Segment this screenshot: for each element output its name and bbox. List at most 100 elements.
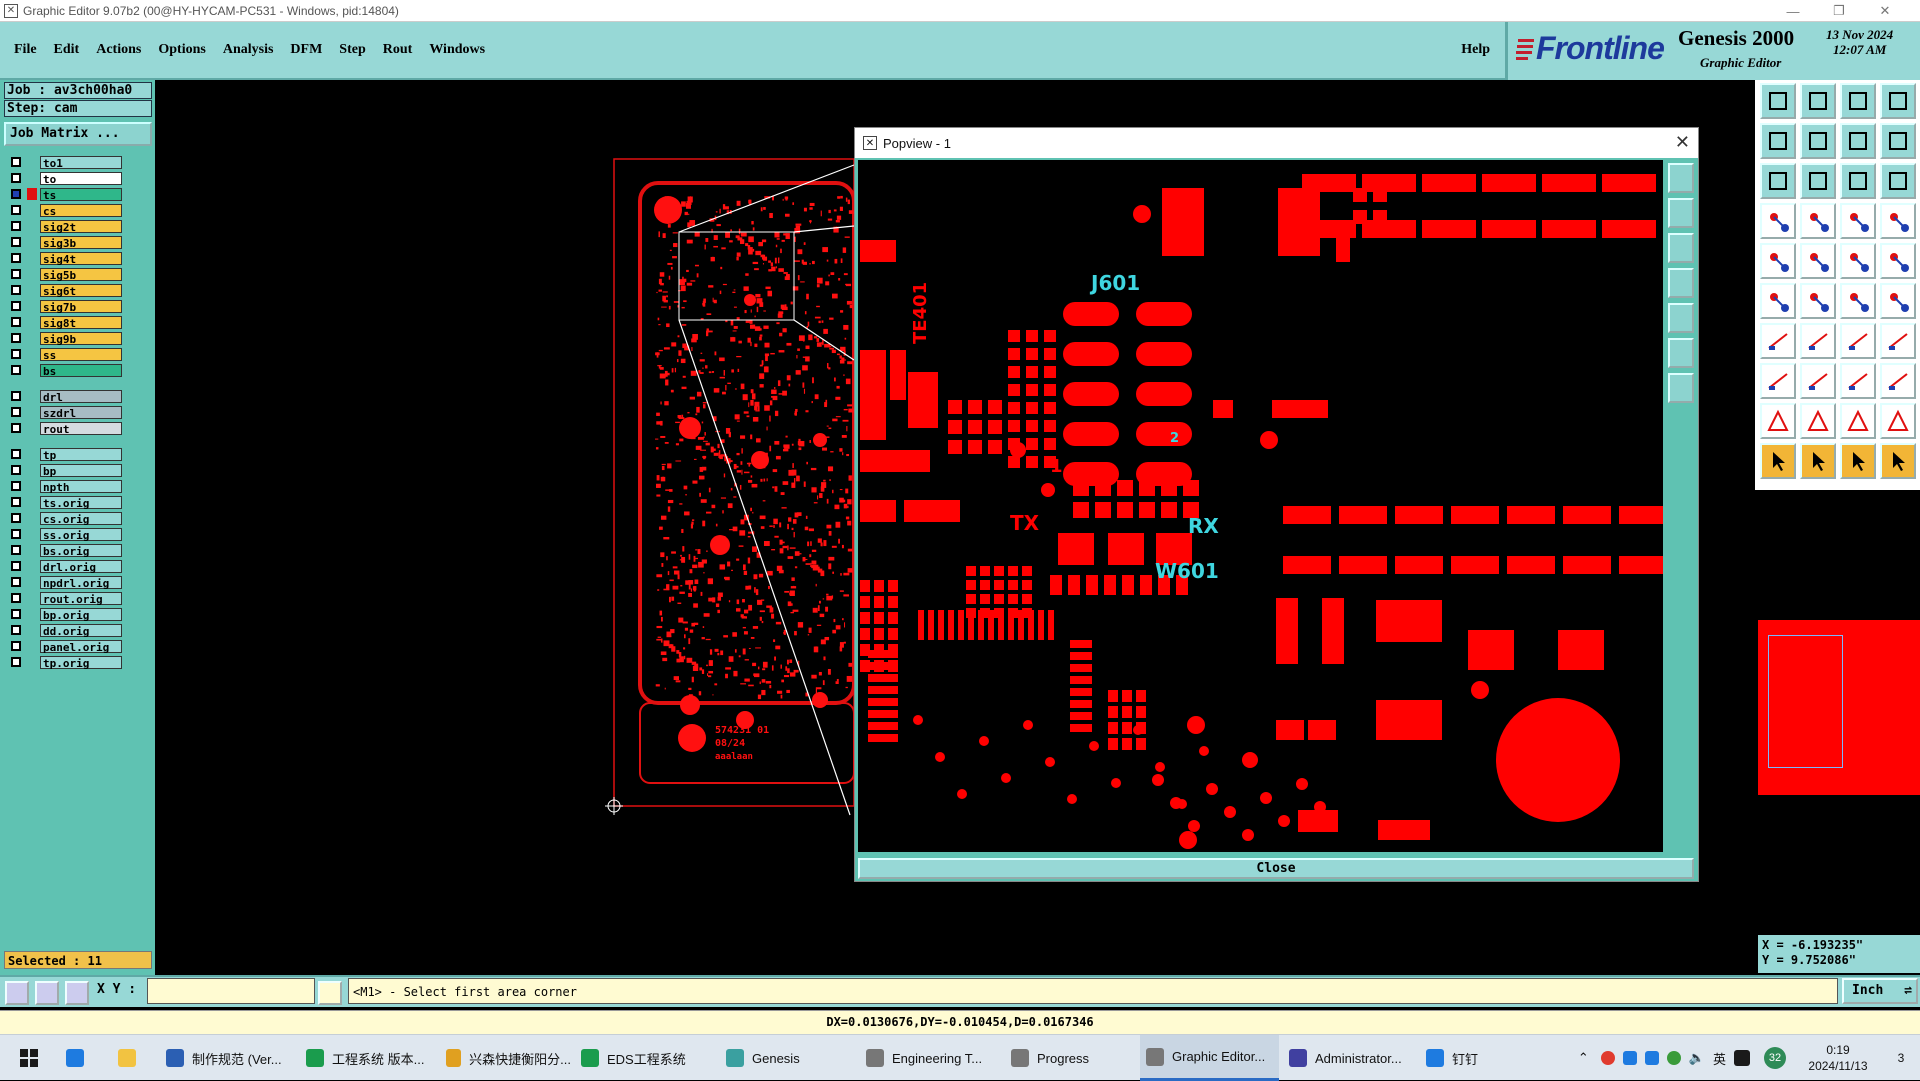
layer-checkbox[interactable]: [11, 189, 21, 199]
layer-name[interactable]: npdrl.orig: [40, 575, 122, 590]
layer-name[interactable]: to: [40, 171, 122, 186]
layer-name[interactable]: bp: [40, 463, 122, 478]
rotate-button[interactable]: [1840, 323, 1876, 359]
menu-actions[interactable]: Actions: [96, 42, 141, 58]
taskbar-item[interactable]: 钉钉: [1420, 1035, 1530, 1081]
layer-row[interactable]: ss: [4, 347, 127, 362]
layer-checkbox[interactable]: [11, 407, 21, 417]
layer-checkbox[interactable]: [11, 577, 21, 587]
taskbar-item[interactable]: 工程系统 版本...: [300, 1035, 436, 1081]
overview-map[interactable]: [1758, 490, 1920, 930]
layer-checkbox[interactable]: [11, 529, 21, 539]
popview-pan-left-button[interactable]: [1668, 268, 1694, 298]
layer-row[interactable]: sig7b: [4, 299, 127, 314]
layer-name[interactable]: ss.orig: [40, 527, 122, 542]
layer-row[interactable]: drl: [4, 389, 127, 404]
layer-name[interactable]: npth: [40, 479, 122, 494]
layer-row[interactable]: sig8t: [4, 315, 127, 330]
net-connect-button[interactable]: [1760, 283, 1796, 319]
triangle-a-button[interactable]: [1760, 403, 1796, 439]
tray-app-icon[interactable]: [1734, 1050, 1750, 1066]
line-draw-button[interactable]: [1760, 323, 1796, 359]
triangle-c-button[interactable]: [1840, 403, 1876, 439]
layer-row[interactable]: bp: [4, 463, 127, 478]
volume-icon[interactable]: 🔈: [1689, 1050, 1705, 1066]
layer-row[interactable]: npth: [4, 479, 127, 494]
layer-checkbox[interactable]: [11, 317, 21, 327]
popview-close-icon[interactable]: ✕: [1675, 132, 1690, 153]
help-query-button[interactable]: [1880, 163, 1916, 199]
delete-x-button[interactable]: [1800, 283, 1836, 319]
move-pad-button[interactable]: [1760, 363, 1796, 399]
layer-checkbox[interactable]: [11, 365, 21, 375]
layer-checkbox[interactable]: [11, 269, 21, 279]
taskbar-clock[interactable]: 0:19 2024/11/13: [1794, 1042, 1882, 1074]
line-horizontal-button[interactable]: [1800, 363, 1836, 399]
layer-row[interactable]: bp.orig: [4, 607, 127, 622]
layer-checkbox[interactable]: [11, 497, 21, 507]
menu-file[interactable]: File: [14, 42, 37, 58]
tray-app-icon[interactable]: [1600, 1051, 1615, 1065]
multi-layer-2-button[interactable]: [1880, 203, 1916, 239]
zoom-home-button[interactable]: [1760, 83, 1796, 119]
popview-zoom-out-button[interactable]: [1668, 233, 1694, 263]
layer-checkbox[interactable]: [11, 593, 21, 603]
layer-name[interactable]: sig9b: [40, 331, 122, 346]
tray-app-icon[interactable]: [1666, 1051, 1681, 1065]
layer-checkbox[interactable]: [11, 513, 21, 523]
xy-input[interactable]: [147, 978, 315, 1004]
layer-checkbox[interactable]: [11, 423, 21, 433]
layer-checkbox[interactable]: [11, 641, 21, 651]
layer-name[interactable]: to1: [40, 155, 122, 170]
triangle-d-button[interactable]: [1880, 403, 1916, 439]
layer-toggle-button[interactable]: [1760, 203, 1796, 239]
layer-checkbox[interactable]: [11, 609, 21, 619]
layer-row[interactable]: ts: [4, 187, 127, 202]
layer-checkbox[interactable]: [11, 285, 21, 295]
zoom-in-button[interactable]: [1800, 83, 1836, 119]
notification-icon[interactable]: 3: [1882, 1051, 1920, 1065]
layer-name[interactable]: ts.orig: [40, 495, 122, 510]
layer-checkbox[interactable]: [11, 253, 21, 263]
popview-center-button[interactable]: [1668, 373, 1694, 403]
layer-row[interactable]: drl.orig: [4, 559, 127, 574]
fit-button[interactable]: [1840, 123, 1876, 159]
taskbar-item[interactable]: 制作规范 (Ver...: [160, 1035, 296, 1081]
layer-name[interactable]: sig8t: [40, 315, 122, 330]
layer-checkbox[interactable]: [11, 625, 21, 635]
dot-button[interactable]: [1880, 243, 1916, 279]
layer-name[interactable]: tp.orig: [40, 655, 122, 670]
layer-name[interactable]: sig5b: [40, 267, 122, 282]
layer-name[interactable]: sig3b: [40, 235, 122, 250]
triangle-b-button[interactable]: [1800, 403, 1836, 439]
layer-name[interactable]: rout: [40, 421, 122, 436]
taskbar-item[interactable]: Genesis: [720, 1035, 856, 1081]
popview-canvas[interactable]: J601 TX RX W601 TE401 2 1: [858, 160, 1663, 852]
layer-checkbox[interactable]: [11, 221, 21, 231]
popview-fit-button[interactable]: [1668, 338, 1694, 368]
layer-name[interactable]: ss: [40, 347, 122, 362]
layer-name[interactable]: rout.orig: [40, 591, 122, 606]
layer-checkbox[interactable]: [11, 349, 21, 359]
restore-button[interactable]: ❐: [1816, 0, 1862, 22]
layer-checkbox[interactable]: [11, 465, 21, 475]
layer-name[interactable]: bs.orig: [40, 543, 122, 558]
popview-zoom-home-button[interactable]: [1668, 163, 1694, 193]
layer-row[interactable]: to: [4, 171, 127, 186]
layer-row[interactable]: sig9b: [4, 331, 127, 346]
snap-align-button[interactable]: [1880, 323, 1916, 359]
layer-name[interactable]: bs: [40, 363, 122, 378]
home-button[interactable]: [1840, 83, 1876, 119]
pan-left-button[interactable]: [1760, 123, 1796, 159]
ime-lang[interactable]: 英: [1713, 1049, 1726, 1068]
tray-chevron-icon[interactable]: ⌃: [1578, 1050, 1589, 1066]
layer-name[interactable]: sig7b: [40, 299, 122, 314]
layer-name[interactable]: sig2t: [40, 219, 122, 234]
layer-row[interactable]: sig6t: [4, 283, 127, 298]
popview-pan-right-button[interactable]: [1668, 303, 1694, 333]
pad-select-button[interactable]: [1760, 243, 1796, 279]
layer-row[interactable]: bs: [4, 363, 127, 378]
node-link-2-button[interactable]: [1880, 283, 1916, 319]
minimize-button[interactable]: —: [1770, 0, 1816, 22]
ie-button[interactable]: [60, 1035, 96, 1081]
